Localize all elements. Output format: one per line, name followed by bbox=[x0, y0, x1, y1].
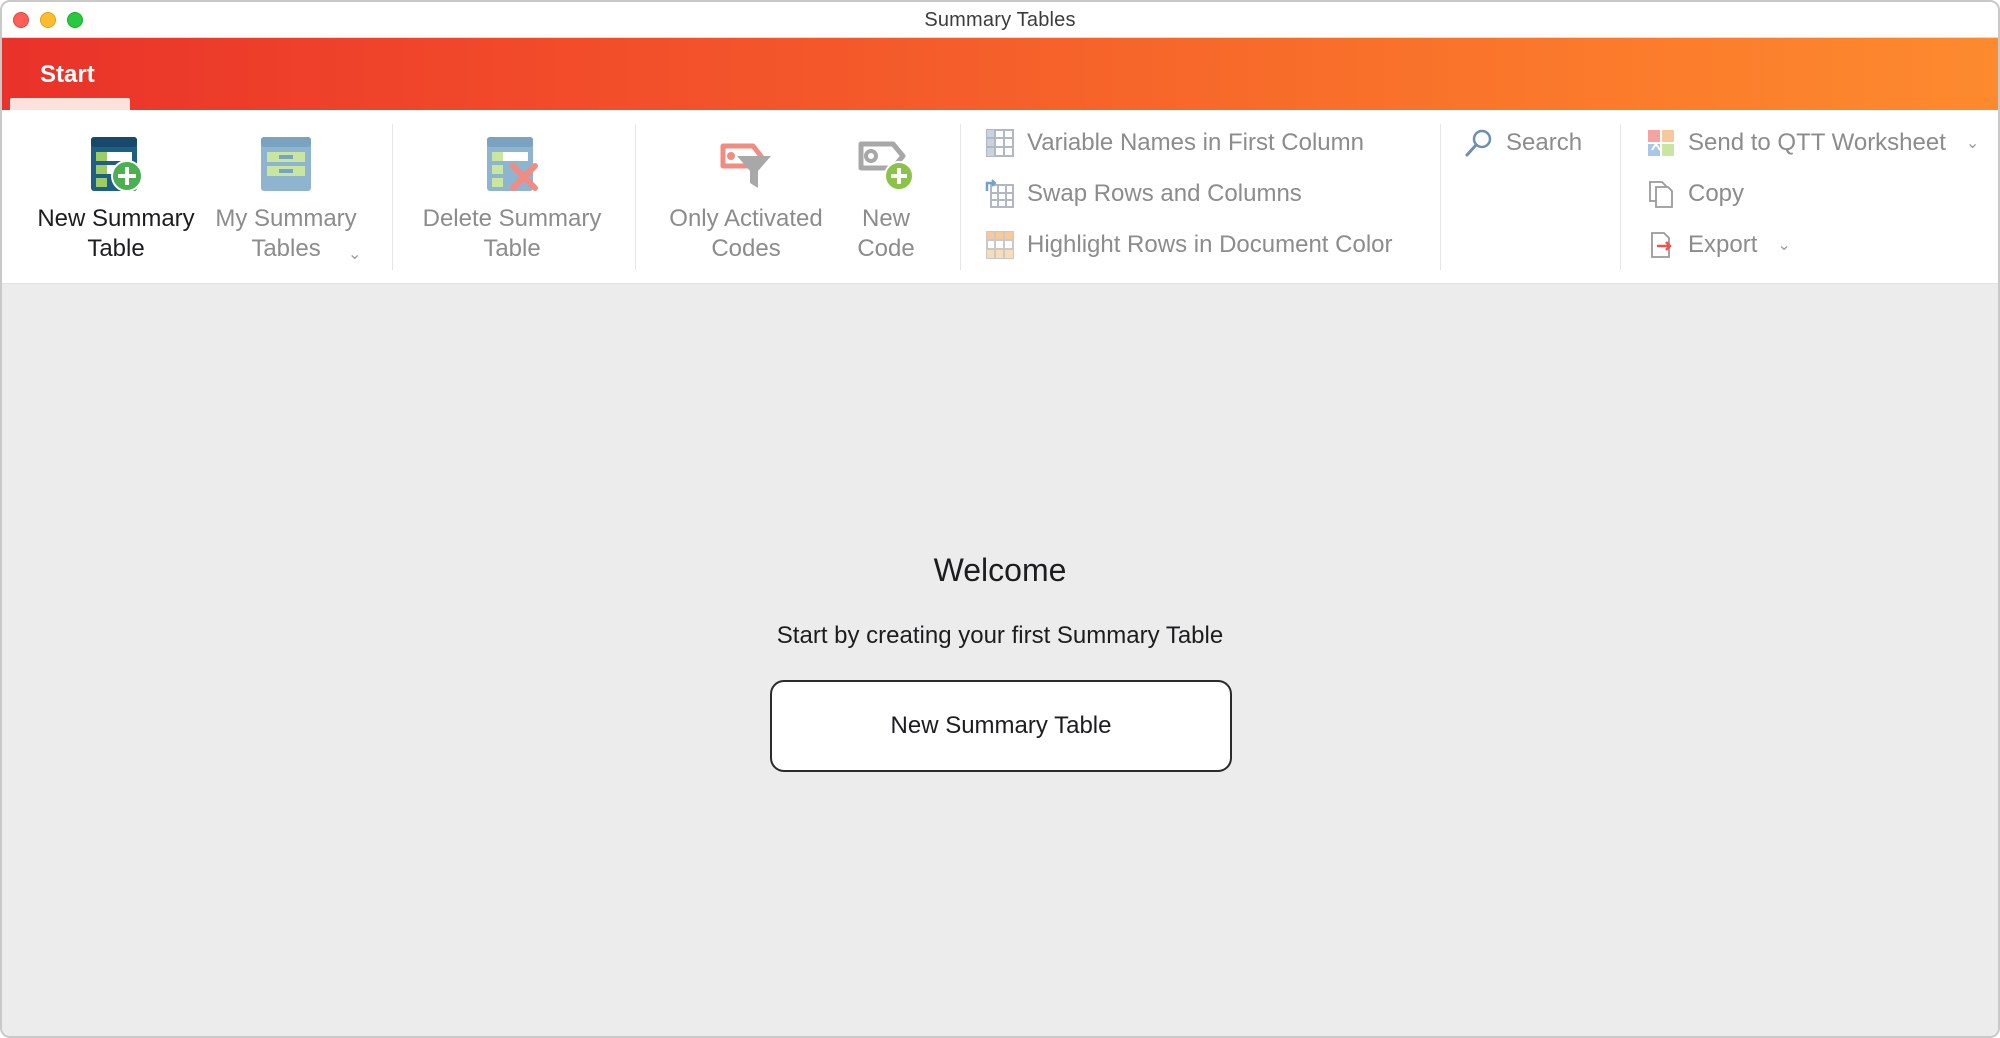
search-icon bbox=[1465, 129, 1492, 157]
new-code-label-1: New bbox=[861, 205, 910, 232]
ribbon-separator bbox=[1620, 124, 1621, 270]
delete-summary-table-label-1: Delete Summary bbox=[422, 205, 602, 232]
active-tab-indicator bbox=[10, 98, 130, 110]
swap-rows-columns-icon bbox=[985, 179, 1014, 208]
highlight-rows-document-color-label: Highlight Rows in Document Color bbox=[1027, 231, 1393, 258]
welcome-title: Welcome bbox=[933, 552, 1067, 588]
swap-rows-columns-label: Swap Rows and Columns bbox=[1027, 180, 1302, 207]
delete-summary-table-label-2: Table bbox=[483, 235, 541, 262]
table-delete-icon bbox=[487, 137, 538, 191]
welcome-new-summary-table-button[interactable]: New Summary Table bbox=[770, 680, 1232, 772]
export-label: Export bbox=[1688, 231, 1758, 258]
my-summary-tables-button[interactable]: My Summary Tables bbox=[207, 134, 365, 264]
copy-button[interactable]: Copy bbox=[1646, 176, 1744, 212]
ribbon-toolbar: New Summary Table My Summary Tables ⌄ De… bbox=[2, 110, 1998, 284]
only-activated-codes-button[interactable]: Only Activated Codes bbox=[658, 134, 834, 264]
highlight-rows-icon bbox=[986, 231, 1014, 259]
my-summary-tables-label-2: Tables bbox=[251, 235, 321, 262]
new-code-label-2: Code bbox=[857, 235, 915, 262]
only-activated-codes-label-2: Codes bbox=[711, 235, 781, 262]
send-to-qtt-worksheet-label: Send to QTT Worksheet bbox=[1688, 129, 1946, 156]
search-label: Search bbox=[1506, 129, 1583, 156]
new-table-plus-icon bbox=[91, 137, 143, 192]
delete-summary-table-button[interactable]: Delete Summary Table bbox=[414, 134, 610, 264]
send-to-qtt-worksheet-button[interactable]: Send to QTT Worksheet ⌄ bbox=[1646, 125, 1979, 161]
ribbon-separator bbox=[1440, 124, 1441, 270]
new-summary-table-label-2: Table bbox=[87, 235, 145, 262]
variable-names-first-column-label: Variable Names in First Column bbox=[1027, 129, 1364, 156]
only-activated-codes-label-1: Only Activated bbox=[669, 205, 823, 232]
my-summary-tables-label-1: My Summary bbox=[215, 205, 357, 232]
ribbon-separator bbox=[960, 124, 961, 270]
app-window: Summary Tables Start New Summary Table M… bbox=[0, 0, 2000, 1038]
export-icon bbox=[1651, 232, 1672, 258]
code-filter-icon bbox=[720, 143, 771, 188]
ribbon-separator bbox=[392, 124, 393, 270]
copy-label: Copy bbox=[1688, 180, 1745, 207]
copy-icon bbox=[1649, 181, 1673, 208]
code-plus-icon bbox=[858, 141, 914, 191]
new-summary-table-button[interactable]: New Summary Table bbox=[30, 134, 202, 264]
grid-first-column-icon bbox=[986, 129, 1014, 157]
main-content: Welcome Start by creating your first Sum… bbox=[2, 284, 1998, 1036]
variable-names-first-column-option[interactable]: Variable Names in First Column bbox=[985, 125, 1364, 161]
my-summary-tables-chevron-down-icon[interactable]: ⌄ bbox=[348, 244, 361, 264]
ribbon-tab-strip: Start bbox=[2, 38, 1998, 110]
table-list-icon bbox=[261, 137, 311, 191]
welcome-subtitle: Start by creating your first Summary Tab… bbox=[776, 622, 1224, 649]
tab-start[interactable]: Start bbox=[40, 61, 95, 89]
new-code-button[interactable]: New Code bbox=[842, 134, 930, 264]
ribbon-separator bbox=[635, 124, 636, 270]
export-button[interactable]: Export ⌄ bbox=[1646, 227, 1791, 263]
send-to-qtt-chevron-down-icon[interactable]: ⌄ bbox=[1966, 133, 1979, 153]
title-bar: Summary Tables bbox=[2, 2, 1998, 38]
new-summary-table-label-1: New Summary bbox=[37, 205, 195, 232]
qtt-worksheet-icon bbox=[1648, 130, 1674, 156]
swap-rows-columns-option[interactable]: Swap Rows and Columns bbox=[985, 176, 1302, 212]
search-button[interactable]: Search bbox=[1464, 125, 1582, 161]
highlight-rows-document-color-option[interactable]: Highlight Rows in Document Color bbox=[985, 227, 1392, 263]
window-title: Summary Tables bbox=[924, 9, 1076, 31]
export-chevron-down-icon[interactable]: ⌄ bbox=[1777, 235, 1790, 255]
